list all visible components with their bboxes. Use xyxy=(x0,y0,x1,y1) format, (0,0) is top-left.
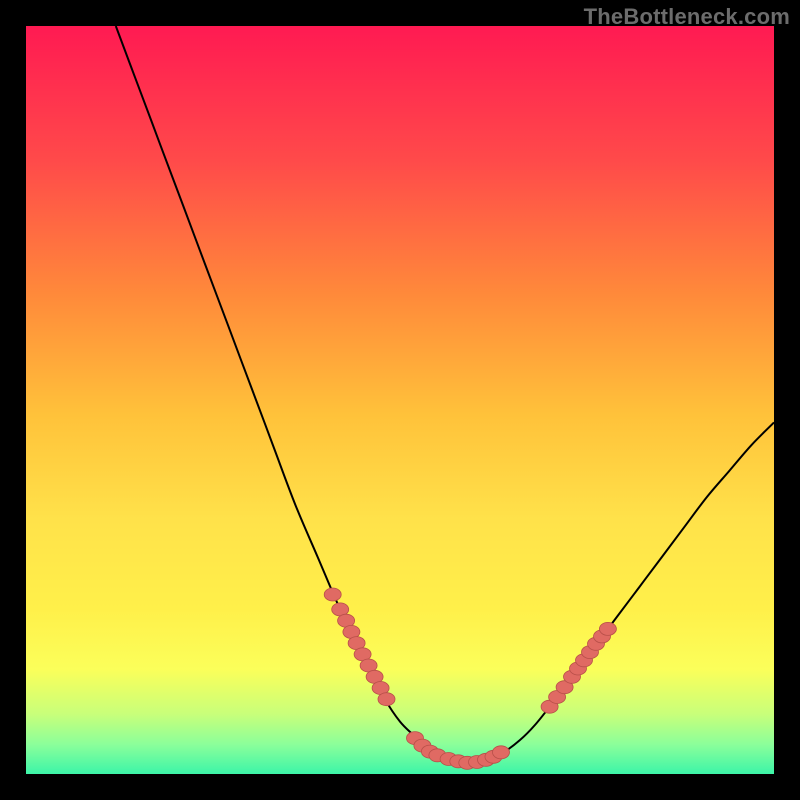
bottleneck-curve xyxy=(116,26,774,763)
data-marker xyxy=(493,746,510,759)
chart-frame: TheBottleneck.com xyxy=(0,0,800,800)
chart-plot-area xyxy=(26,26,774,774)
watermark-label: TheBottleneck.com xyxy=(584,4,790,30)
chart-svg xyxy=(26,26,774,774)
data-marker xyxy=(378,693,395,706)
data-marker xyxy=(599,622,616,635)
data-marker xyxy=(324,588,341,601)
marker-group xyxy=(324,588,616,769)
